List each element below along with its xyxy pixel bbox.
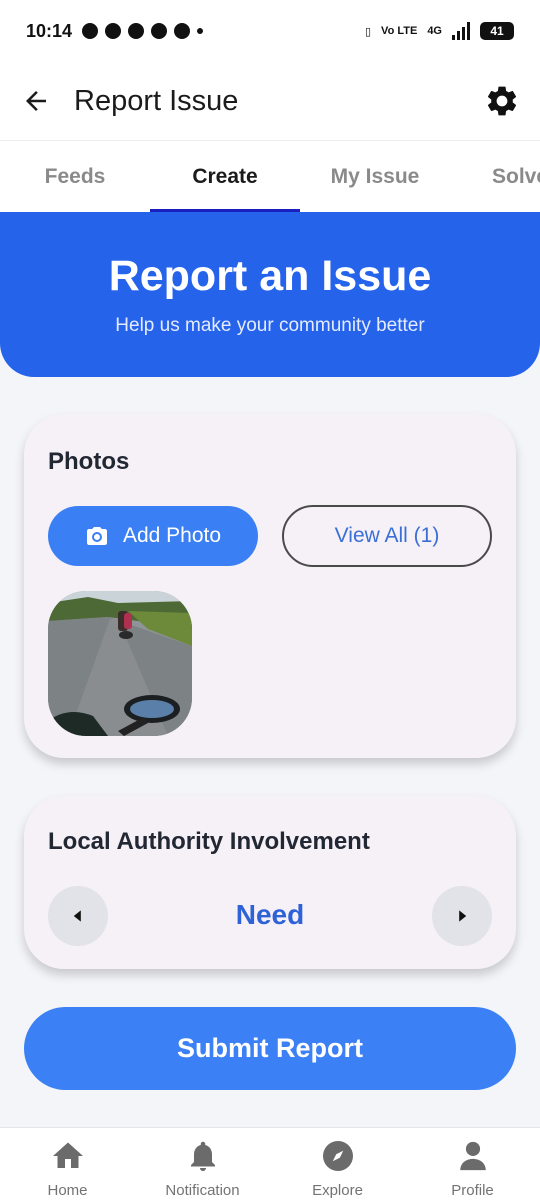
tab-feeds[interactable]: Feeds: [0, 141, 150, 212]
nav-explore[interactable]: Explore: [270, 1128, 405, 1200]
view-all-label: View All (1): [334, 524, 440, 547]
authority-title: Local Authority Involvement: [48, 828, 370, 855]
caret-right-icon: [459, 910, 467, 922]
authority-card: Local Authority Involvement Need: [24, 796, 516, 969]
signal-icon: [452, 22, 470, 40]
nav-home-label: Home: [47, 1182, 88, 1199]
hero-subtitle: Help us make your community better: [115, 315, 425, 336]
whatsapp-icon: [82, 23, 99, 39]
nav-profile[interactable]: Profile: [405, 1128, 540, 1200]
next-option-button[interactable]: [432, 886, 492, 946]
battery-level: 41: [490, 24, 504, 38]
nav-profile-label: Profile: [451, 1182, 494, 1199]
nav-explore-label: Explore: [312, 1182, 363, 1199]
back-button[interactable]: [18, 83, 54, 119]
authority-value: Need: [235, 899, 305, 930]
status-bar: 10:14 ▯ Vo LTE 4G 41: [0, 0, 540, 62]
tab-create[interactable]: Create: [150, 141, 300, 212]
add-photo-button[interactable]: Add Photo: [48, 506, 258, 566]
road-photo: [48, 591, 192, 736]
compass-icon: [320, 1138, 356, 1174]
home-icon: [50, 1138, 86, 1174]
app-icon: [151, 23, 168, 39]
submit-label: Submit Report: [177, 1033, 363, 1063]
vibrate-icon: ▯: [364, 25, 372, 38]
photo-thumbnail[interactable]: [48, 591, 192, 736]
previous-option-button[interactable]: [48, 886, 108, 946]
battery-icon: 41: [480, 22, 514, 40]
volte-label: Vo LTE: [381, 25, 418, 37]
bottom-navigation: Home Notification Explore Profile: [0, 1127, 540, 1200]
page-title: Report Issue: [74, 84, 239, 117]
nav-notification[interactable]: Notification: [135, 1128, 270, 1200]
view-all-button[interactable]: View All (1): [282, 505, 492, 567]
bell-icon: [185, 1138, 221, 1174]
person-icon: [455, 1138, 491, 1174]
gear-icon: [487, 86, 517, 116]
app-icon: [174, 23, 191, 39]
tab-bar: Feeds Create My Issue Solve: [0, 140, 540, 212]
network-label: 4G: [427, 25, 442, 37]
hero-title: Report an Issue: [108, 252, 432, 300]
nav-notification-label: Notification: [165, 1182, 240, 1199]
tab-my-issue[interactable]: My Issue: [300, 141, 450, 212]
add-photo-label: Add Photo: [122, 524, 222, 547]
status-time: 10:14: [26, 20, 73, 41]
submit-report-button[interactable]: Submit Report: [24, 1007, 516, 1090]
caret-left-icon: [73, 910, 81, 922]
system-icons: ▯ Vo LTE 4G 41: [365, 22, 514, 40]
notification-icons: [82, 23, 204, 39]
app-bar: Report Issue: [0, 62, 540, 140]
chat-icon: [105, 23, 122, 39]
settings-button[interactable]: [482, 81, 522, 121]
photos-card: Photos Add Photo View All (1): [24, 414, 516, 758]
camera-icon: [86, 527, 107, 545]
photos-title: Photos: [48, 448, 130, 475]
hero-banner: Report an Issue Help us make your commun…: [0, 212, 540, 377]
nav-home[interactable]: Home: [0, 1128, 135, 1200]
app-icon: [128, 23, 145, 39]
more-dot-icon: [197, 28, 204, 34]
tab-solve[interactable]: Solve: [450, 141, 540, 212]
arrow-left-icon: [26, 91, 46, 111]
